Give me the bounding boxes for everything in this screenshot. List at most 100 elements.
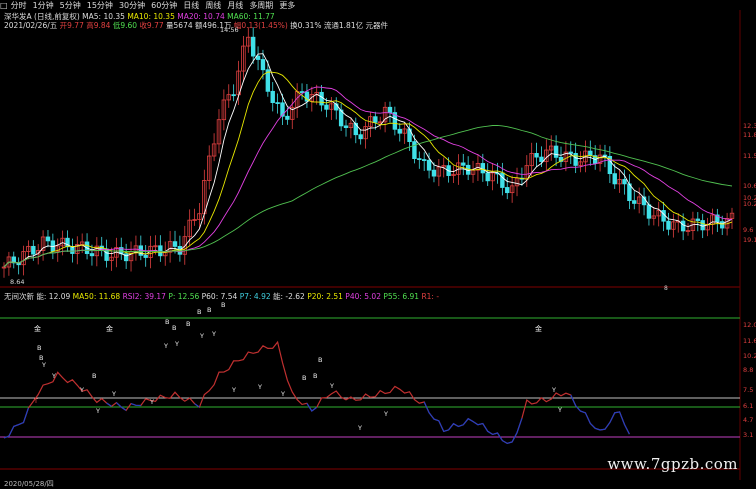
sell-marker: Y	[51, 372, 56, 380]
indicator-axis-label: 3.1	[743, 431, 753, 439]
candle-body	[421, 159, 427, 161]
sell-marker: Y	[149, 398, 154, 406]
t-marker: T	[33, 397, 38, 405]
candle-body	[319, 91, 324, 106]
sell-marker: Y	[257, 383, 262, 391]
indicator-v11: R1: -	[421, 292, 440, 301]
low-price-label: 8.64	[10, 278, 24, 286]
kline-chart[interactable]: 12.311.8 11.5 10.6 10.2 9.6 19.1 10.2 14.56 8.64…	[0, 0, 756, 487]
candle-body	[695, 218, 700, 221]
candle-body	[70, 246, 75, 254]
sell-marker: Y	[280, 390, 285, 398]
candle-body	[431, 169, 437, 177]
indicator-name: 无间次新	[4, 292, 34, 301]
candle-body	[373, 116, 378, 123]
candle-body	[646, 204, 652, 219]
indicator-v10: P55: 6.91	[383, 292, 420, 301]
candle-body	[666, 220, 671, 230]
candle-body	[324, 104, 329, 110]
sell-marker: Y	[329, 382, 334, 390]
sell-marker: Y	[111, 390, 116, 398]
candle-body	[172, 241, 178, 247]
candle-body	[573, 153, 578, 166]
indicator-axis-label: 4.7	[743, 416, 753, 424]
buy-marker: B	[37, 344, 41, 352]
candle-body	[500, 172, 505, 188]
gold-marker: 金	[106, 324, 113, 333]
buy-marker: B	[313, 372, 317, 380]
indicator-v3: RSI2: 39.17	[122, 292, 166, 301]
candle-body	[632, 200, 637, 204]
axis-mark: 8	[664, 285, 668, 292]
price-axis-label: 19.1	[743, 236, 756, 244]
candle-body	[700, 220, 705, 231]
buy-marker: B	[186, 320, 190, 328]
sell-marker: Y	[79, 386, 84, 394]
watermark: www.7gpzb.com	[607, 455, 738, 473]
indicator-v4: P: 12.56	[168, 292, 200, 301]
candle-body	[539, 156, 544, 163]
indicator-v8: P20: 2.51	[307, 292, 343, 301]
ma10-line	[3, 71, 733, 268]
buy-marker: B	[302, 374, 306, 382]
sell-marker: Y	[551, 386, 556, 394]
candle-body	[412, 141, 417, 159]
ma60-line	[3, 124, 733, 268]
sell-marker: Y	[357, 424, 362, 432]
candle-body	[553, 145, 559, 158]
candle-body	[485, 172, 490, 182]
candle-body	[417, 158, 422, 160]
indicator-v9: P40: 5.02	[345, 292, 381, 301]
sell-marker: Y	[41, 361, 46, 369]
price-axis-label: 11.8	[743, 131, 756, 139]
indicator-axis-label: 8.8	[743, 366, 753, 374]
sell-marker: Y	[174, 340, 179, 348]
candle-body	[275, 102, 280, 104]
candle-body	[143, 254, 148, 258]
sell-marker: Y	[211, 330, 216, 338]
candle-body	[343, 125, 349, 129]
sell-marker: Y	[95, 407, 100, 415]
candle-body	[622, 179, 627, 185]
candle-body	[505, 187, 510, 194]
gold-marker: 金	[34, 324, 41, 333]
candle-body	[358, 134, 363, 140]
candle-body	[231, 94, 236, 97]
buy-marker: B	[318, 356, 322, 364]
indicator-v6: P7: 4.92	[239, 292, 271, 301]
indicator-axis-label: 7.5	[743, 386, 753, 394]
ma20-line	[3, 86, 733, 268]
candle-body	[270, 90, 275, 103]
candle-body	[250, 36, 256, 57]
sell-marker: Y	[557, 406, 562, 414]
candle-body	[680, 220, 686, 232]
candle-body	[353, 122, 358, 136]
sell-marker: Y	[383, 410, 388, 418]
candle-body	[31, 245, 36, 255]
indicator-axis-label: 10.2	[743, 352, 756, 360]
indicator-line	[3, 340, 630, 445]
gold-marker: 金	[535, 324, 542, 333]
high-price-label: 14.56	[220, 26, 239, 34]
sell-marker: Y	[231, 386, 236, 394]
candle-body	[387, 106, 393, 113]
price-axis-label: 10.6	[743, 182, 756, 190]
candle-body	[158, 245, 163, 257]
buy-marker: B	[172, 324, 176, 332]
price-axis-label: 11.5	[743, 152, 756, 160]
bottom-date-label: 2020/05/28/四	[4, 480, 54, 488]
sell-marker: Y	[199, 332, 204, 340]
candle-body	[397, 128, 402, 134]
indicator-v2: MA50: 11.68	[72, 292, 121, 301]
indicator-v1: 能: 12.09	[36, 292, 71, 301]
candle-body	[480, 163, 486, 174]
indicator-axis-label: 11.6	[743, 337, 756, 345]
candle-body	[285, 115, 290, 120]
buy-marker: B	[92, 372, 96, 380]
indicator-info-line: 无间次新 能: 12.09 MA50: 11.68 RSI2: 39.17 P:…	[4, 292, 439, 301]
buy-marker: B	[207, 306, 211, 314]
candle-body	[260, 59, 266, 71]
indicator-v5: P60: 7.54	[201, 292, 238, 301]
candle-body	[720, 221, 725, 229]
indicator-axis-label: 6.1	[743, 402, 753, 410]
